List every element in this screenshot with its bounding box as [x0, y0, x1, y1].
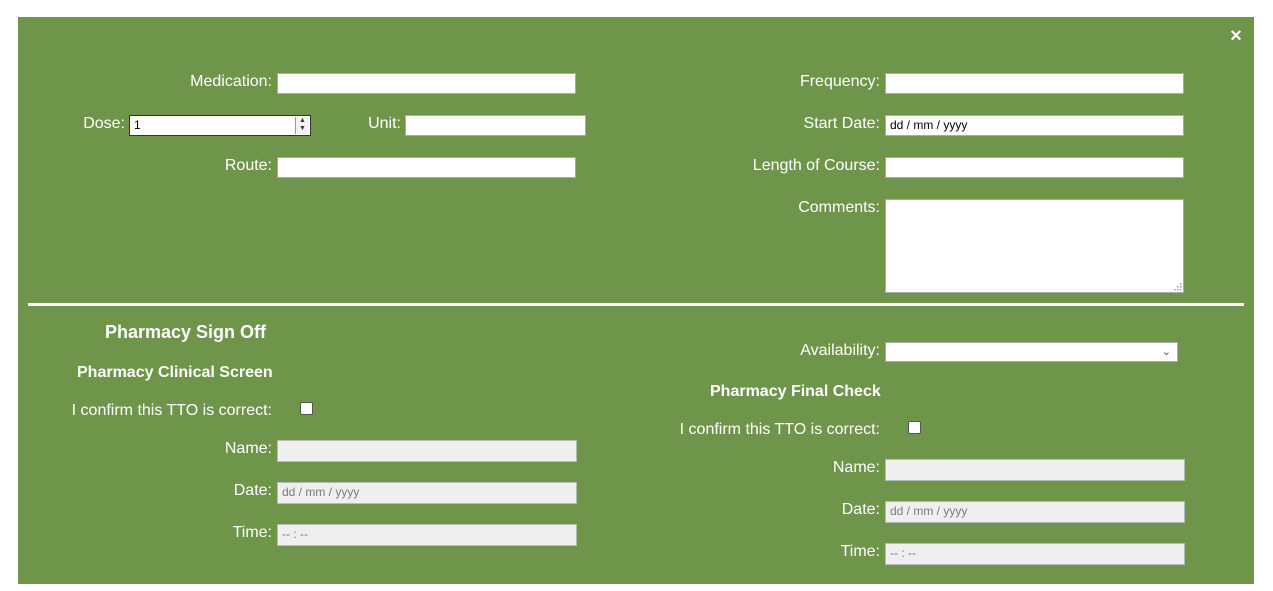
clinical-date-input[interactable]: dd / mm / yyyy	[277, 482, 577, 504]
clinical-confirm-label: I confirm this TTO is correct:	[71, 402, 272, 419]
final-confirm-checkbox[interactable]	[908, 421, 921, 434]
clinical-screen-title: Pharmacy Clinical Screen	[77, 364, 273, 381]
frequency-label: Frequency:	[799, 73, 880, 90]
section-divider	[28, 303, 1244, 306]
route-label: Route:	[224, 157, 272, 174]
clinical-name-input[interactable]	[277, 440, 577, 462]
length-of-course-label: Length of Course:	[752, 157, 880, 174]
spin-down-icon[interactable]: ▼	[296, 125, 309, 133]
pharmacy-sign-off-title: Pharmacy Sign Off	[105, 322, 267, 342]
clinical-confirm-checkbox[interactable]	[300, 402, 313, 415]
resize-handle-icon[interactable]	[1174, 283, 1182, 291]
final-date-label: Date:	[841, 501, 880, 518]
final-confirm-label: I confirm this TTO is correct:	[679, 421, 880, 438]
clinical-time-input[interactable]: -- : --	[277, 524, 577, 546]
chevron-down-icon: ⌄	[1161, 346, 1171, 358]
final-time-label: Time:	[840, 543, 880, 560]
length-of-course-input[interactable]	[885, 157, 1184, 178]
unit-input[interactable]	[405, 115, 586, 136]
availability-select[interactable]: ⌄	[885, 342, 1178, 362]
dose-label: Dose:	[83, 115, 125, 132]
dose-number-input[interactable]: 1 ▲ ▼	[129, 115, 311, 136]
clinical-name-label: Name:	[224, 440, 272, 457]
close-icon[interactable]: ×	[1226, 26, 1246, 46]
comments-textarea[interactable]	[885, 199, 1184, 293]
frequency-input[interactable]	[885, 73, 1184, 94]
start-date-label: Start Date:	[803, 115, 880, 132]
clinical-date-label: Date:	[233, 482, 272, 499]
final-check-title: Pharmacy Final Check	[710, 383, 881, 400]
dose-spinner[interactable]: ▲ ▼	[295, 117, 309, 134]
availability-label: Availability:	[800, 342, 880, 359]
unit-label: Unit:	[368, 115, 401, 132]
final-date-input[interactable]: dd / mm / yyyy	[885, 501, 1185, 523]
final-name-input[interactable]	[885, 459, 1185, 481]
medication-input[interactable]	[277, 73, 576, 94]
clinical-time-label: Time:	[232, 524, 272, 541]
final-name-label: Name:	[832, 459, 880, 476]
medication-label: Medication:	[190, 73, 272, 90]
final-time-input[interactable]: -- : --	[885, 543, 1185, 565]
tto-medication-form: × Medication: Dose: 1 ▲ ▼ Unit: Route: F…	[18, 17, 1254, 584]
route-input[interactable]	[277, 157, 576, 178]
start-date-input[interactable]: dd / mm / yyyy	[885, 115, 1184, 136]
dose-value: 1	[134, 118, 141, 132]
spin-up-icon[interactable]: ▲	[296, 117, 309, 125]
comments-label: Comments:	[798, 199, 880, 216]
